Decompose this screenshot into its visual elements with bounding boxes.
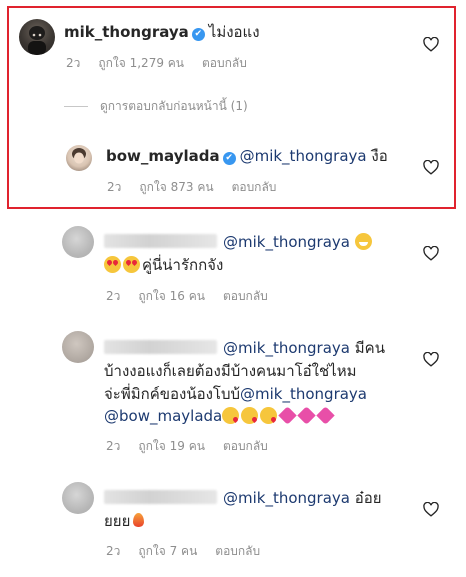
comment-likes[interactable]: ถูกใจ 16 คน [138, 289, 205, 303]
reply-text: งือ [371, 147, 388, 165]
reply-button[interactable]: ตอบกลับ [223, 439, 268, 453]
heart-eyes-emoji-icon [123, 256, 140, 273]
like-heart-icon[interactable] [423, 352, 439, 367]
replies-divider [64, 106, 88, 107]
like-heart-icon[interactable] [423, 37, 439, 52]
avatar-blurred[interactable] [62, 331, 94, 363]
comment-meta: 2ว ถูกใจ 7 คน ตอบกลับ [106, 543, 278, 559]
blurred-username [104, 234, 217, 248]
grin-emoji-icon [354, 233, 372, 250]
reply-button[interactable]: ตอบกลับ [215, 544, 260, 558]
comment-mention[interactable]: @mik_thongraya [223, 339, 350, 357]
comment-text: บ้างงอแงก็เลยต้องมีบ้างคนมาโอ๋ใช่ไหม [104, 362, 357, 380]
comment-meta: 2ว ถูกใจ 1,279 คน ตอบกลับ [66, 55, 265, 71]
sparkling-heart-emoji-icon [279, 407, 296, 424]
comment-text: จ่ะพี่มิกค์ของน้องโบบ้ [104, 385, 241, 403]
reply-button[interactable]: ตอบกลับ [223, 289, 268, 303]
like-heart-icon[interactable] [423, 160, 439, 175]
comment-text: มีคน [354, 339, 385, 357]
comment-time: 2ว [106, 289, 121, 303]
comment-username[interactable]: mik_thongraya [64, 23, 189, 41]
reply-line: bow_maylada ✔ @mik_thongraya งือ [106, 146, 388, 166]
view-replies-link[interactable]: ดูการตอบกลับก่อนหน้านี้ (1) [100, 98, 248, 114]
blurred-username [104, 340, 217, 354]
avatar-blurred[interactable] [62, 226, 94, 258]
comment-mention[interactable]: @mik_thongraya [240, 385, 367, 403]
comment-likes[interactable]: ถูกใจ 1,279 คน [98, 56, 184, 70]
comment-text: อ๋อย [354, 489, 382, 507]
comment-likes[interactable]: ถูกใจ 19 คน [138, 439, 205, 453]
reply-meta: 2ว ถูกใจ 873 คน ตอบกลับ [107, 179, 294, 195]
comment-line-2: บ้างงอแงก็เลยต้องมีบ้างคนมาโอ๋ใช่ไหม [104, 361, 357, 381]
sparkling-heart-emoji-icon [317, 407, 334, 424]
comment-text: ไม่งอแง [208, 23, 260, 41]
comment-line: @mik_thongraya อ๋อย [104, 488, 382, 508]
comment-line: @mik_thongraya มีคน [104, 338, 385, 358]
comment-mention[interactable]: @mik_thongraya [223, 233, 350, 251]
reply-button[interactable]: ตอบกลับ [232, 180, 277, 194]
like-heart-icon[interactable] [423, 246, 439, 261]
comment-time: 2ว [66, 56, 81, 70]
verified-badge-icon: ✔ [222, 152, 236, 165]
reply-likes[interactable]: ถูกใจ 873 คน [139, 180, 213, 194]
comment-line: @mik_thongraya [104, 232, 374, 252]
reply-time: 2ว [107, 180, 122, 194]
comment-line-2: ยยย [104, 511, 149, 531]
avatar-bow-maylada[interactable] [66, 145, 92, 171]
comment-meta: 2ว ถูกใจ 19 คน ตอบกลับ [106, 438, 286, 454]
comment-line-2: คู่นี่น่ารักกจัง [104, 255, 223, 275]
comment-likes[interactable]: ถูกใจ 7 คน [138, 544, 197, 558]
comment-meta: 2ว ถูกใจ 16 คน ตอบกลับ [106, 288, 286, 304]
comment-time: 2ว [106, 439, 121, 453]
avatar-blurred[interactable] [62, 482, 94, 514]
comment-line-3: จ่ะพี่มิกค์ของน้องโบบ้@mik_thongraya [104, 384, 367, 404]
avatar-image [72, 148, 86, 164]
avatar-image [28, 26, 46, 55]
fire-emoji-icon [130, 512, 147, 529]
blurred-username [104, 490, 217, 504]
comment-text: คู่นี่น่ารักกจัง [142, 256, 224, 274]
heart-eyes-emoji-icon [104, 256, 121, 273]
avatar-mik-thongraya[interactable] [19, 19, 55, 55]
reply-username[interactable]: bow_maylada [106, 147, 220, 165]
comment-mention[interactable]: @mik_thongraya [223, 489, 350, 507]
kiss-emoji-icon [222, 407, 240, 424]
comment-line: mik_thongraya ✔ ไม่งอแง [64, 22, 260, 42]
kiss-emoji-icon [260, 407, 278, 424]
comment-text: ยยย [104, 512, 131, 530]
comment-line-4: @bow_maylada [104, 406, 336, 426]
comment-mention[interactable]: @bow_maylada [104, 407, 222, 425]
comments-screen: mik_thongraya ✔ ไม่งอแง 2ว ถูกใจ 1,279 คน ตอ… [0, 0, 466, 577]
kiss-emoji-icon [241, 407, 259, 424]
comment-time: 2ว [106, 544, 121, 558]
reply-mention[interactable]: @mik_thongraya [240, 147, 367, 165]
sparkling-heart-emoji-icon [298, 407, 315, 424]
verified-badge-icon: ✔ [191, 28, 205, 41]
view-replies-label: ดูการตอบกลับก่อนหน้านี้ (1) [100, 99, 248, 113]
like-heart-icon[interactable] [423, 502, 439, 517]
reply-button[interactable]: ตอบกลับ [202, 56, 247, 70]
